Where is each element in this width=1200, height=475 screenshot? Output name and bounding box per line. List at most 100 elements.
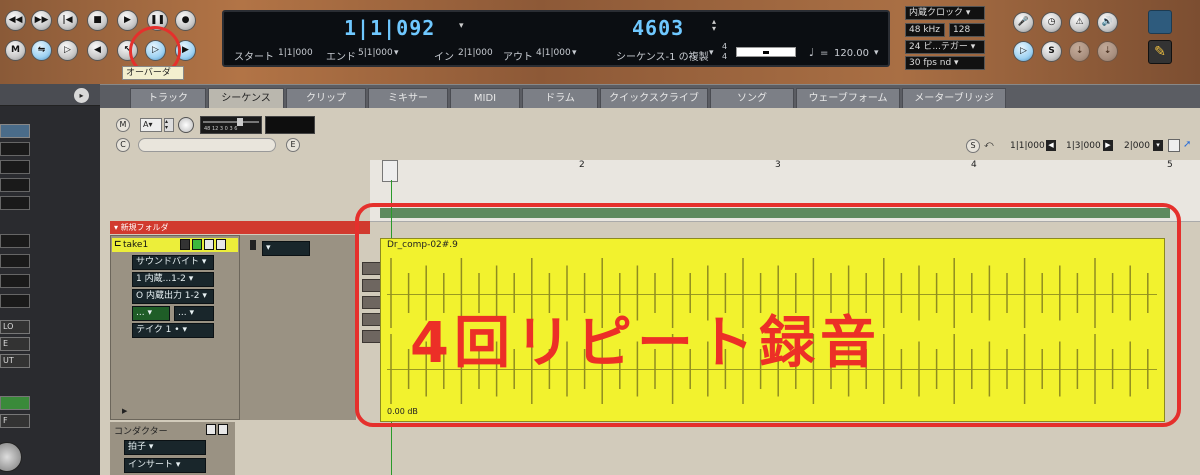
inspector-row-green[interactable] — [0, 396, 30, 410]
tempo-value[interactable]: 120.00 — [834, 48, 869, 59]
solo-button[interactable]: S — [1041, 41, 1062, 62]
clock-button[interactable]: ◷ — [1041, 12, 1062, 33]
insert-select[interactable]: インサート ▾ — [124, 458, 206, 473]
return-icon[interactable]: ⤺ — [984, 140, 994, 150]
track-option-button[interactable] — [216, 239, 226, 250]
c-button[interactable]: C — [116, 138, 130, 152]
inspector-row-9[interactable] — [0, 294, 30, 308]
a-select[interactable]: A▾ — [140, 118, 162, 132]
position-arrow-icon[interactable]: ▾ — [459, 21, 464, 31]
output-select[interactable]: O 内蔵出力 1-2 ▾ — [132, 289, 214, 304]
conductor-option-button[interactable] — [218, 424, 228, 435]
tempo-counter[interactable]: 4603 — [632, 16, 684, 40]
inspector-row-4[interactable] — [0, 178, 30, 192]
nav-position-3[interactable]: 2|000 — [1124, 141, 1150, 151]
pointer-icon[interactable]: ➚ — [1183, 139, 1191, 150]
inspector-row-2[interactable] — [0, 142, 30, 156]
punch-in-button[interactable]: ▷ — [57, 40, 78, 61]
inspector-menu-button[interactable]: ▸ — [74, 88, 89, 103]
tab-waveform[interactable]: ウェーブフォーム — [796, 88, 900, 109]
inspector-row-e[interactable]: E — [0, 337, 30, 351]
playhead-marker[interactable] — [382, 160, 398, 182]
e-button[interactable]: E — [286, 138, 300, 152]
end-menu-icon[interactable]: ▾ — [394, 48, 399, 58]
tab-midi[interactable]: MIDI — [450, 88, 520, 109]
tab-mixer[interactable]: ミキサー — [368, 88, 448, 109]
inspector-row-ut[interactable]: UT — [0, 354, 30, 368]
fast-forward-button[interactable]: ▶▶ — [31, 10, 52, 31]
stop-button[interactable]: ■ — [87, 10, 108, 31]
pencil-icon[interactable]: ✎ — [1148, 40, 1172, 64]
metronome-toggle-button[interactable]: ⚠ — [1069, 12, 1090, 33]
start-value[interactable]: 1|1|000 — [278, 48, 313, 58]
bit-depth-select[interactable]: 24 ビ...テガー ▾ — [905, 40, 985, 54]
m-button[interactable]: M — [116, 118, 130, 132]
grid-icon[interactable] — [1148, 10, 1172, 34]
track-play-button[interactable] — [192, 239, 202, 250]
green-select-a[interactable]: ... ▾ — [132, 306, 170, 321]
buffer-size-field[interactable]: 128 — [949, 23, 985, 37]
go-to-start-button[interactable]: |◀ — [57, 10, 78, 31]
nav-option-button[interactable] — [1168, 139, 1180, 152]
level-fader[interactable]: 48 12 3 0 3 6 — [200, 116, 262, 134]
volume-knob[interactable] — [0, 442, 22, 472]
track-record-button[interactable] — [204, 239, 214, 250]
nav-next-button[interactable]: ▶ — [1103, 140, 1113, 151]
folder-header[interactable]: ▾ 新規フォルダ — [110, 221, 370, 234]
s-button[interactable]: S — [966, 139, 980, 153]
out-menu-icon[interactable]: ▾ — [572, 48, 577, 58]
expand-arrow-icon[interactable]: ▶ — [122, 407, 127, 415]
tab-meter-bridge[interactable]: メーターブリッジ — [902, 88, 1006, 109]
punch-out-button[interactable]: ◀ — [87, 40, 108, 61]
green-select-b[interactable]: ... ▾ — [174, 306, 214, 321]
nav-menu-button[interactable]: ▾ — [1153, 140, 1163, 151]
frame-rate-select[interactable]: 30 fps nd ▾ — [905, 56, 985, 70]
conductor-name[interactable]: コンダクター — [114, 424, 168, 437]
nav-position-1[interactable]: 1|1|000 — [1010, 141, 1045, 151]
input-select[interactable]: 1 内蔵...1-2 ▾ — [132, 272, 214, 287]
play-through-button[interactable]: ▷ — [1013, 41, 1034, 62]
download-button-b[interactable]: ⇣ — [1097, 41, 1118, 62]
tempo-menu-icon[interactable]: ▾ — [874, 48, 879, 58]
inspector-row-8[interactable] — [0, 274, 30, 288]
play-button[interactable]: ▶ — [117, 10, 138, 31]
device-select[interactable]: サウンドバイト ▾ — [132, 255, 214, 270]
tab-track[interactable]: トラック — [130, 88, 206, 109]
loop-button[interactable]: ⇋ — [31, 40, 52, 61]
tab-sequence[interactable]: シーケンス — [208, 88, 284, 109]
pan-knob[interactable] — [178, 117, 194, 133]
inspector-row-5[interactable] — [0, 196, 30, 210]
rewind-button[interactable]: ◀◀ — [5, 10, 26, 31]
inspector-row-1[interactable] — [0, 124, 30, 138]
spin-arrows-icon[interactable]: ▴ ▾ — [712, 18, 716, 33]
track-type-select[interactable]: ▾ — [262, 241, 310, 256]
track-name[interactable]: take1 — [123, 240, 148, 250]
in-value[interactable]: 2|1|000 — [458, 48, 493, 58]
inspector-row-3[interactable] — [0, 160, 30, 174]
sample-rate-field[interactable]: 48 kHz — [905, 23, 945, 37]
record-button[interactable]: ● — [175, 10, 196, 31]
meter-select[interactable]: 拍子 ▾ — [124, 440, 206, 455]
tab-song[interactable]: ソング — [710, 88, 794, 109]
tab-quickscribe[interactable]: クイックスクライブ — [600, 88, 708, 109]
nav-prev-button[interactable]: ◀ — [1046, 140, 1056, 151]
sequence-selector[interactable]: シーケンス-1 の複製 — [616, 48, 709, 63]
download-button-a[interactable]: ⇣ — [1069, 41, 1090, 62]
input-monitor-button[interactable]: 🎤 — [1013, 12, 1034, 33]
end-value[interactable]: 5|1|000 — [358, 48, 393, 58]
tab-drums[interactable]: ドラム — [522, 88, 598, 109]
take-select[interactable]: テイク 1 • ▾ — [132, 323, 214, 338]
speaker-button[interactable]: 🔊 — [1097, 12, 1118, 33]
inspector-row-6[interactable] — [0, 234, 30, 248]
comment-field[interactable] — [138, 138, 276, 152]
sequence-menu-icon[interactable]: ▾ — [709, 48, 714, 58]
clock-source-select[interactable]: 内蔵クロック ▾ — [905, 6, 985, 20]
a-stepper[interactable]: ▴ ▾ — [164, 118, 174, 132]
nav-position-2[interactable]: 1|3|000 — [1066, 141, 1101, 151]
inspector-row-7[interactable] — [0, 254, 30, 268]
metronome-button[interactable]: M — [5, 40, 26, 61]
position-counter[interactable]: 1|1|092 — [344, 16, 435, 40]
click-level-slider[interactable] — [736, 47, 796, 57]
inspector-row-lo[interactable]: LO — [0, 320, 30, 334]
track-speaker-button[interactable] — [180, 239, 190, 250]
